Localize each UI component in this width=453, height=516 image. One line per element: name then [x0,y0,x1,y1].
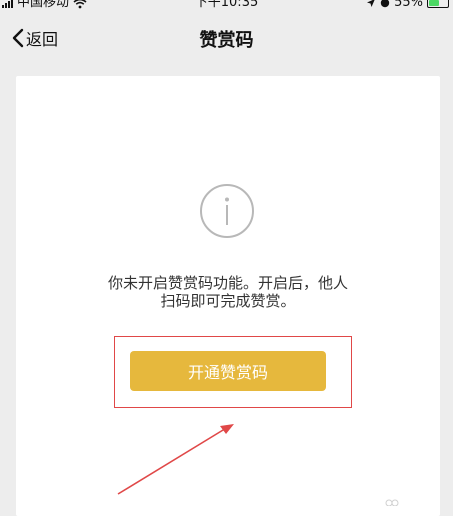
status-bar: 中国移动 下午10:35 55% [0,0,453,14]
status-right: 55% [366,0,449,10]
battery-percent: 55% [394,0,423,10]
message-line-1: 你未开启赞赏码功能。开启后，他人 [107,274,348,292]
reward-code-card: 你未开启赞赏码功能。开启后，他人 扫码即可完成赞赏。 开通赞赏码 [16,76,440,516]
enable-reward-code-button[interactable]: 开通赞赏码 [130,351,326,391]
alarm-icon [380,0,390,8]
location-arrow-icon [367,0,375,7]
info-icon [200,184,254,238]
battery-level-fill [429,0,439,6]
disabled-message: 你未开启赞赏码功能。开启后，他人 扫码即可完成赞赏。 [16,274,440,310]
battery-icon [427,0,449,8]
message-line-2: 扫码即可完成赞赏。 [160,292,296,310]
watermark-icon [385,499,399,506]
nav-bar: 返回 赞赏码 [0,14,453,62]
annotation-arrow [117,424,234,495]
page-title: 赞赏码 [199,30,254,51]
